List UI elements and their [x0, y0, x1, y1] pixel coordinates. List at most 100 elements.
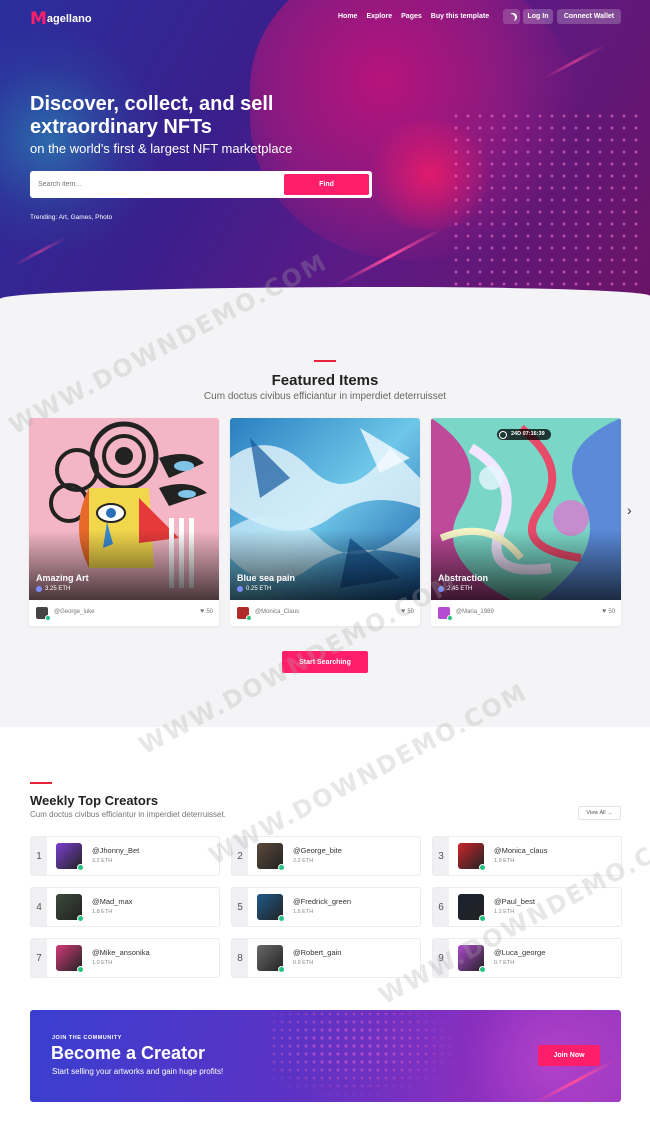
start-searching-button[interactable]: Start Searching	[282, 651, 368, 673]
creator-card[interactable]: 4 @Mad_max 1.8 ETH	[30, 887, 220, 927]
verified-icon	[479, 864, 486, 871]
eth-icon	[438, 586, 444, 592]
verified-icon	[45, 615, 51, 621]
verified-icon	[479, 966, 486, 973]
creator-name[interactable]: @Robert_gain	[293, 948, 341, 957]
hero-subtitle: on the world's first & largest NFT marke…	[30, 141, 293, 156]
hero-blob-teal	[0, 20, 160, 260]
nav-explore[interactable]: Explore	[366, 13, 392, 20]
section-accent	[314, 360, 336, 362]
nft-card[interactable]: Amazing Art 3.25 ETH @George_luke ♥ 50	[29, 418, 219, 626]
banner-dot-pattern	[270, 1010, 470, 1102]
hero-section: M agellano Home Explore Pages Buy this t…	[0, 0, 650, 305]
creator-card[interactable]: 7 @Mike_ansonika 1.0 ETH	[30, 938, 220, 978]
clock-icon	[499, 430, 507, 439]
nft-card[interactable]: Blue sea pain 0.25 ETH @Monica_Claus ♥ 50	[230, 418, 420, 626]
eth-icon	[237, 586, 243, 592]
creator-volume: 0.9 ETH	[293, 960, 314, 966]
heart-icon: ♥	[602, 608, 607, 615]
nav-home[interactable]: Home	[338, 13, 357, 20]
creator-card[interactable]: 9 @Luca_george 0.7 ETH	[432, 938, 622, 978]
creator-volume: 1.2 ETH	[494, 909, 515, 915]
hero-dot-pattern	[450, 110, 640, 290]
nft-price: 3.25 ETH	[36, 586, 70, 592]
nft-card[interactable]: 24D 07:16:39 Abstraction 2.45 ETH @Maria…	[431, 418, 621, 626]
nav-buy-template[interactable]: Buy this template	[431, 13, 489, 20]
connect-wallet-button[interactable]: Connect Wallet	[557, 9, 621, 24]
creator-name[interactable]: @George_bite	[293, 846, 342, 855]
creator-rank: 2	[232, 837, 248, 875]
verified-icon	[278, 864, 285, 871]
creator-volume: 1.8 ETH	[92, 909, 113, 915]
creator-card[interactable]: 8 @Robert_gain 0.9 ETH	[231, 938, 421, 978]
creator-rank: 1	[31, 837, 47, 875]
logo-text: agellano	[46, 13, 92, 25]
find-button[interactable]: Find	[284, 174, 369, 195]
featured-title: Featured Items	[271, 372, 379, 389]
hero-title: Discover, collect, and sell extraordinar…	[30, 93, 274, 138]
search-bar: Find	[30, 171, 372, 198]
creator-card[interactable]: 5 @Fredrick_green 1.5 ETH	[231, 887, 421, 927]
like-count[interactable]: ♥ 50	[401, 608, 414, 615]
heart-icon: ♥	[200, 608, 205, 615]
creator-rank: 9	[433, 939, 449, 977]
banner-subtitle: Start selling your artworks and gain hug…	[52, 1067, 224, 1076]
creator-rank: 4	[31, 888, 47, 926]
creator-banner: JOIN THE COMMUNITY Become a Creator Star…	[30, 1010, 621, 1102]
heart-icon: ♥	[401, 608, 406, 615]
logo[interactable]: M agellano	[30, 9, 92, 29]
creator-name[interactable]: @Mad_max	[92, 897, 133, 906]
moon-icon	[507, 14, 515, 22]
nft-owner[interactable]: @George_luke	[54, 609, 94, 615]
creator-volume: 2.2 ETH	[293, 858, 314, 864]
nft-owner[interactable]: @Maria_1989	[456, 609, 494, 615]
creator-name[interactable]: @Jhonny_Bet	[92, 846, 139, 855]
carousel-next-icon[interactable]: ›	[627, 502, 632, 518]
verified-icon	[278, 966, 285, 973]
trending-tags: Trending: Art, Games, Photo	[30, 214, 113, 221]
banner-title: Become a Creator	[51, 1043, 206, 1063]
nft-name: Blue sea pain	[237, 573, 296, 583]
creator-volume: 3.2 ETH	[92, 858, 113, 864]
banner-kicker: JOIN THE COMMUNITY	[52, 1035, 122, 1041]
creator-card[interactable]: 6 @Paul_best 1.2 ETH	[432, 887, 622, 927]
creator-name[interactable]: @Monica_claus	[494, 846, 547, 855]
like-count[interactable]: ♥ 50	[200, 608, 213, 615]
verified-icon	[77, 966, 84, 973]
verified-icon	[479, 915, 486, 922]
nft-name: Amazing Art	[36, 573, 89, 583]
search-input[interactable]	[38, 177, 278, 191]
creator-card[interactable]: 2 @George_bite 2.2 ETH	[231, 836, 421, 876]
nav-pages[interactable]: Pages	[401, 13, 422, 20]
creator-card[interactable]: 3 @Monica_claus 1.9 ETH	[432, 836, 622, 876]
nft-price: 0.25 ETH	[237, 586, 271, 592]
nft-card-footer: @Monica_Claus ♥ 50	[230, 600, 420, 626]
like-count[interactable]: ♥ 50	[602, 608, 615, 615]
nft-name: Abstraction	[438, 573, 489, 583]
join-now-button[interactable]: Join Now	[538, 1045, 600, 1066]
dark-mode-toggle[interactable]	[503, 9, 520, 24]
verified-icon	[77, 915, 84, 922]
creator-name[interactable]: @Luca_george	[494, 948, 545, 957]
nft-card-footer: @Maria_1989 ♥ 50	[431, 600, 621, 626]
creator-volume: 1.9 ETH	[494, 858, 515, 864]
creator-card[interactable]: 1 @Jhonny_Bet 3.2 ETH	[30, 836, 220, 876]
creator-name[interactable]: @Paul_best	[494, 897, 535, 906]
main-nav: Home Explore Pages Buy this template	[338, 13, 489, 20]
auction-timer: 24D 07:16:39	[497, 429, 551, 440]
creator-name[interactable]: @Fredrick_green	[293, 897, 351, 906]
creator-rank: 5	[232, 888, 248, 926]
creator-name[interactable]: @Mike_ansonika	[92, 948, 150, 957]
creator-volume: 0.7 ETH	[494, 960, 515, 966]
login-button[interactable]: Log In	[523, 9, 553, 24]
logo-mark: M	[30, 9, 47, 29]
hero-wave	[0, 287, 650, 305]
creator-volume: 1.5 ETH	[293, 909, 314, 915]
nft-owner[interactable]: @Monica_Claus	[255, 609, 299, 615]
verified-icon	[278, 915, 285, 922]
verified-icon	[77, 864, 84, 871]
creator-rank: 7	[31, 939, 47, 977]
featured-subtitle: Cum doctus civibus efficiantur in imperd…	[203, 391, 447, 402]
view-all-button[interactable]: View All →	[578, 806, 621, 820]
creator-rank: 8	[232, 939, 248, 977]
